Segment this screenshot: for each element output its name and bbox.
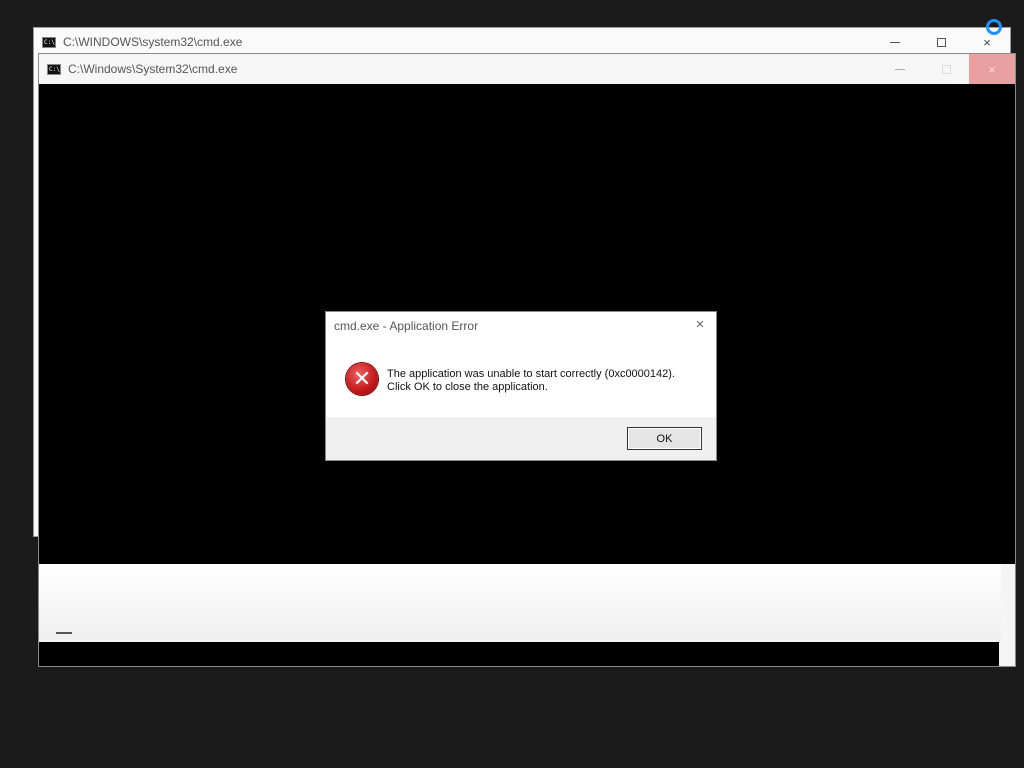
close-icon: × <box>983 34 991 50</box>
minimize-icon <box>895 68 905 70</box>
cmd-icon: C:\. <box>42 36 56 48</box>
front-window-titlebar[interactable]: C:\. C:\Windows\System32\cmd.exe × <box>39 54 1015 84</box>
minimize-icon <box>890 41 900 43</box>
maximize-icon <box>941 64 951 74</box>
front-window-title: C:\Windows\System32\cmd.exe <box>68 62 238 76</box>
application-error-dialog[interactable]: cmd.exe - Application Error × ✕ The appl… <box>325 311 717 461</box>
error-icon: ✕ <box>346 363 378 395</box>
maximize-icon <box>936 37 946 47</box>
console-bottom-bar <box>39 642 999 666</box>
window-lower-strip <box>39 564 1001 640</box>
dialog-title: cmd.exe - Application Error <box>334 319 479 333</box>
error-message-line2: Click OK to close the application. <box>387 381 548 393</box>
back-maximize-button[interactable] <box>918 28 964 56</box>
busy-cursor-icon <box>986 19 1002 35</box>
back-minimize-button[interactable] <box>872 28 918 56</box>
front-minimize-button[interactable] <box>877 54 923 84</box>
error-message: The application was unable to start corr… <box>387 368 675 394</box>
ok-button[interactable]: OK <box>627 427 702 450</box>
dialog-close-button[interactable]: × <box>692 317 708 333</box>
close-icon: × <box>988 61 996 77</box>
minimize-icon <box>56 632 72 634</box>
cmd-icon: C:\. <box>47 63 61 75</box>
dialog-footer: OK <box>326 417 716 460</box>
front-maximize-button[interactable] <box>923 54 969 84</box>
error-message-line1: The application was unable to start corr… <box>387 368 675 380</box>
back-window-titlebar[interactable]: C:\. C:\WINDOWS\system32\cmd.exe × <box>34 28 1010 56</box>
back-window-title: C:\WINDOWS\system32\cmd.exe <box>63 35 243 49</box>
front-close-button[interactable]: × <box>969 54 1015 84</box>
